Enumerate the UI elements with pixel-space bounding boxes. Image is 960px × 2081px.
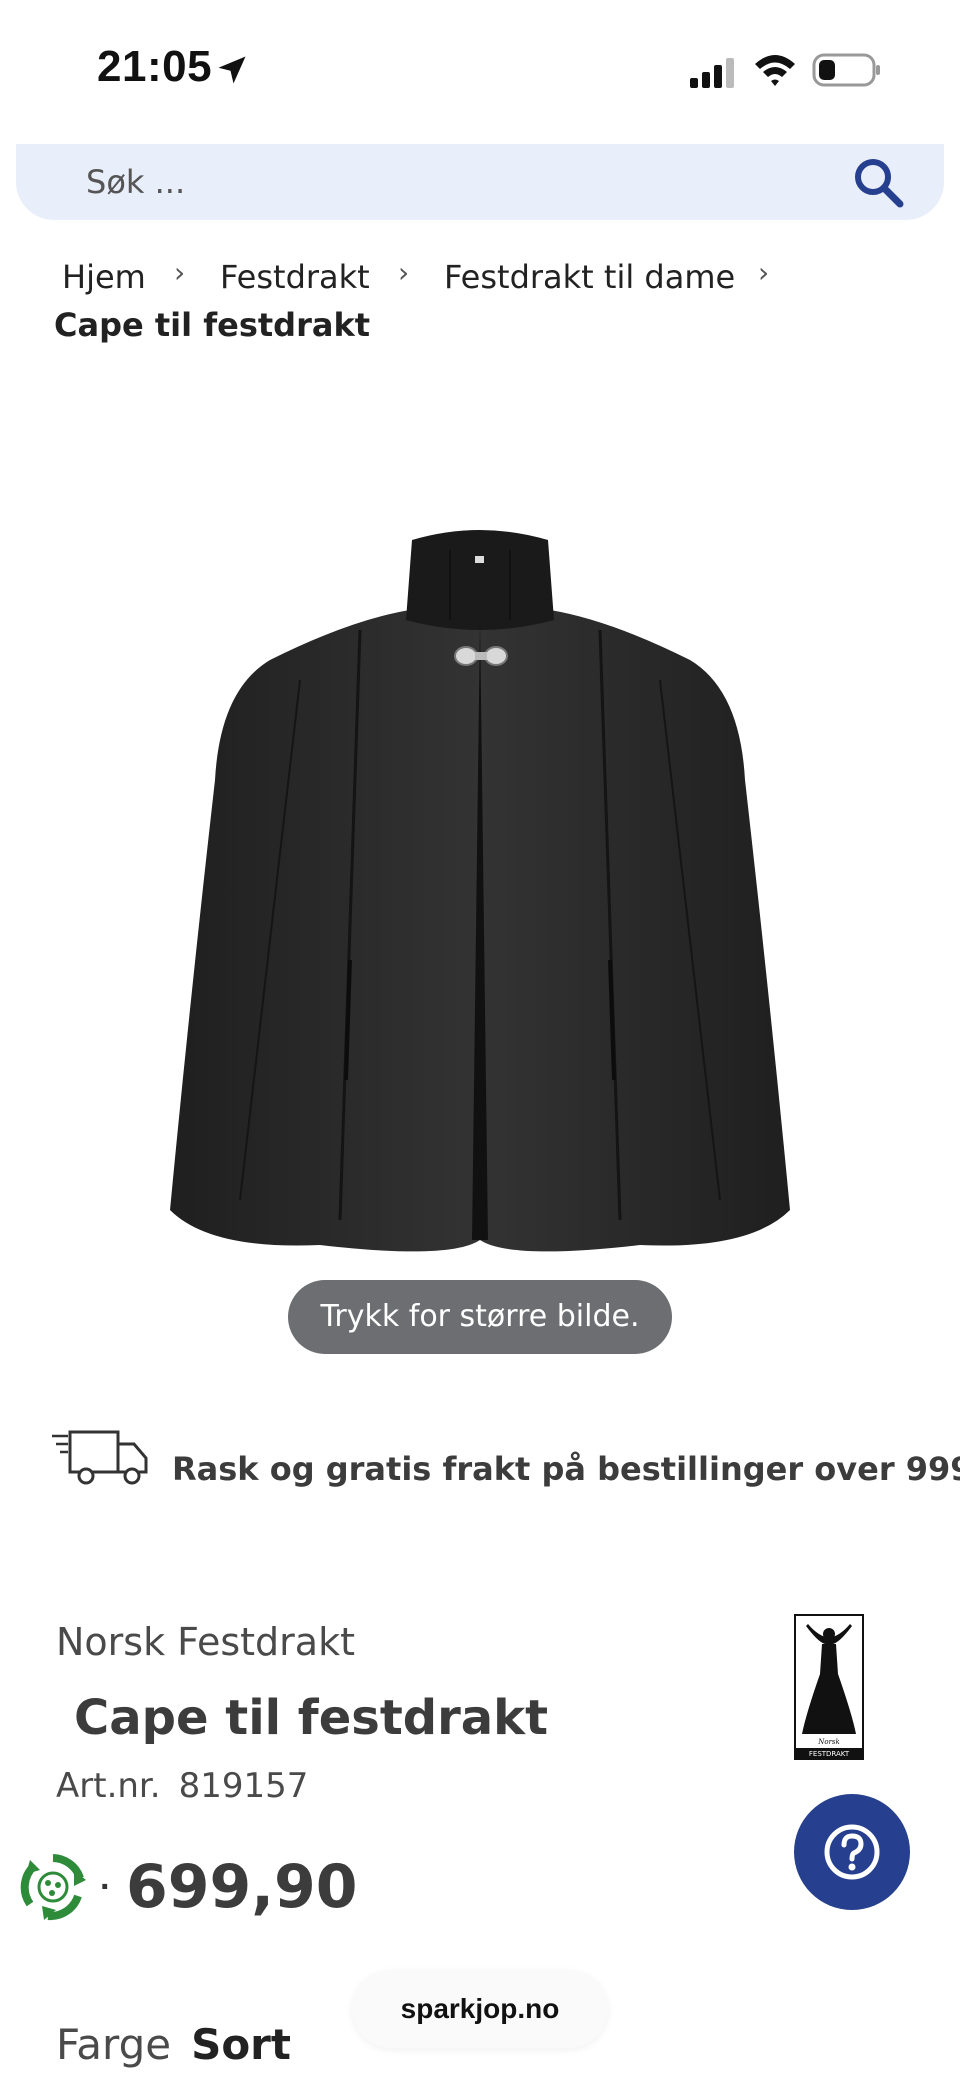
zoom-hint-badge[interactable]: Trykk for større bilde. [288,1280,672,1354]
price-prefix: · [100,1868,112,1906]
chevron-right-icon: › [758,256,770,289]
shipping-info-text: Rask og gratis frakt på bestillinger ove… [172,1450,960,1488]
delivery-truck-icon [52,1430,148,1485]
cellular-signal-icon [690,58,734,88]
breadcrumb-link-festdrakt[interactable]: Festdrakt [220,258,370,296]
product-price: 699,90 [126,1852,358,1922]
chevron-right-icon: › [174,256,186,289]
article-number: Art.nr. 819157 [56,1766,326,1806]
help-button[interactable] [794,1794,910,1910]
search-icon[interactable] [850,154,908,212]
brand-logo: Norsk FESTDRAKT [794,1614,864,1760]
breadcrumb-link-home[interactable]: Hjem [62,258,146,296]
product-title: Cape til festdrakt [74,1690,549,1746]
wifi-icon [755,55,795,86]
product-image[interactable] [150,520,810,1280]
breadcrumb-current: Cape til festdrakt [54,306,371,344]
article-number-value: 819157 [178,1766,309,1806]
search-bar [16,144,944,220]
status-bar: 21:05 [0,0,960,140]
battery-icon [812,53,880,87]
browser-domain-pill[interactable]: sparkjop.no [352,1970,608,2048]
color-label: Farge [56,2020,172,2069]
question-mark-icon [824,1824,880,1880]
location-arrow-icon [218,56,246,84]
recycle-eco-icon[interactable] [18,1852,88,1922]
product-brand[interactable]: Norsk Festdrakt [56,1620,355,1664]
article-number-label: Art.nr. [56,1766,161,1806]
chevron-right-icon: › [398,256,410,289]
brand-logo-script: Norsk [817,1738,840,1746]
search-input[interactable] [86,158,806,206]
color-selector[interactable]: Farge Sort [56,2020,291,2069]
breadcrumb-link-festdrakt-dame[interactable]: Festdrakt til dame [444,258,735,296]
brand-logo-wordmark: FESTDRAKT [809,1750,850,1758]
status-time: 21:05 [97,42,213,91]
color-value: Sort [191,2020,291,2069]
